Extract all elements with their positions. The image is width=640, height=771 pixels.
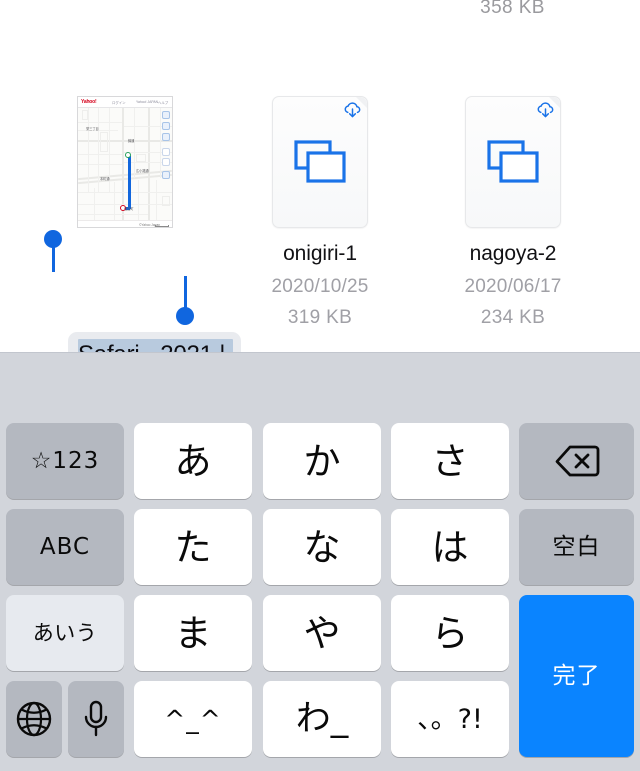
file-date: 2020/10/25: [271, 276, 369, 297]
key-sa-row[interactable]: さ: [391, 423, 509, 499]
key-label: 、。?!: [417, 703, 483, 735]
map-header-text: ヘルプ: [158, 101, 169, 105]
symbols-numbers-key[interactable]: ☆123: [6, 423, 124, 499]
filename-rename-field[interactable]: Safari - 2021 | 02 | 15 10/36: [68, 332, 241, 352]
key-na-row[interactable]: な: [263, 509, 381, 585]
file-size: 319 KB: [287, 307, 353, 328]
key-label: は: [431, 525, 469, 569]
file-grid: Yahoo! ログイン Yahoo! JAPAN ヘルプ 栄三丁目 錦通 広小路…: [0, 96, 640, 352]
key-label: あ: [174, 439, 212, 483]
file-date: 2020/06/17: [464, 276, 562, 297]
key-label: や: [303, 611, 341, 655]
key-label: ☆123: [30, 447, 100, 474]
pages-placeholder-icon: [465, 96, 561, 228]
file-name: nagoya-2: [469, 242, 557, 265]
multiple-pages-icon: [487, 140, 539, 184]
file-size: 234 KB: [480, 307, 546, 328]
candidate-bar[interactable]: [0, 353, 640, 423]
key-label: ABC: [39, 533, 91, 560]
key-label: た: [174, 525, 212, 569]
abc-key[interactable]: ABC: [6, 509, 124, 585]
file-thumbnail[interactable]: Yahoo! ログイン Yahoo! JAPAN ヘルプ 栄三丁目 錦通 広小路…: [77, 96, 173, 228]
selection-end-handle[interactable]: [176, 307, 194, 325]
file-browser: 358 KB Yahoo! ログイン Yahoo! JAPAN ヘルプ 栄三丁目…: [0, 0, 640, 352]
key-label: 空白: [552, 533, 601, 560]
cloud-download-icon[interactable]: [536, 102, 555, 119]
key-ta-row[interactable]: た: [134, 509, 252, 585]
delete-backspace-icon: [554, 444, 600, 478]
file-name: onigiri-1: [283, 242, 357, 265]
key-wa-row[interactable]: わ_: [263, 681, 381, 757]
key-ra-row[interactable]: ら: [391, 595, 509, 671]
map-canvas: 栄三丁目 錦通 広小路通 本町通 住吉町 ©Yahoo Japan: [78, 108, 172, 227]
file-item[interactable]: Yahoo! ログイン Yahoo! JAPAN ヘルプ 栄三丁目 錦通 広小路…: [30, 96, 241, 352]
file-item[interactable]: nagoya-2 2020/06/17 234 KB: [418, 96, 608, 346]
punctuation-key[interactable]: 、。?!: [391, 681, 509, 757]
key-ka-row[interactable]: か: [263, 423, 381, 499]
file-thumbnail[interactable]: [465, 96, 561, 228]
multiple-pages-icon: [294, 140, 346, 184]
screen-root: 358 KB Yahoo! ログイン Yahoo! JAPAN ヘルプ 栄三丁目…: [0, 0, 640, 771]
keyboard-keys: ☆123 あ か さ ABC た な は 空白あいう ま や ら完了 ^_^ わ_ 、。?!: [0, 423, 640, 771]
key-label: ら: [431, 611, 469, 655]
globe-icon: [15, 700, 53, 738]
key-a-row[interactable]: あ: [134, 423, 252, 499]
selection-start-caret: [52, 240, 55, 272]
delete-key[interactable]: [519, 423, 634, 499]
key-label: ま: [174, 611, 212, 655]
key-label: ^_^: [164, 704, 222, 734]
key-label: わ_: [295, 698, 349, 739]
kana-mode-key[interactable]: あいう: [6, 595, 124, 671]
key-label: か: [303, 439, 341, 483]
map-header-text: ログイン: [112, 101, 126, 105]
key-ha-row[interactable]: は: [391, 509, 509, 585]
file-thumbnail[interactable]: [272, 96, 368, 228]
cloud-download-icon[interactable]: [343, 102, 362, 119]
key-label: さ: [431, 439, 469, 483]
pages-placeholder-icon: [272, 96, 368, 228]
filename-input-text[interactable]: Safari - 2021 | 02 | 15 10/36: [78, 338, 236, 352]
file-size: 358 KB: [480, 0, 545, 18]
key-label: 完了: [552, 662, 601, 689]
yahoo-logo: Yahoo!: [81, 99, 97, 105]
map-header-text: Yahoo! JAPAN: [136, 100, 159, 104]
globe-language-key[interactable]: [6, 681, 62, 757]
space-key[interactable]: 空白: [519, 509, 634, 585]
key-ma-row[interactable]: ま: [134, 595, 252, 671]
key-label: な: [303, 525, 341, 569]
file-item[interactable]: onigiri-1 2020/10/25 319 KB: [225, 96, 415, 346]
done-key[interactable]: 完了: [519, 595, 634, 757]
microphone-icon: [81, 699, 111, 739]
map-screenshot-thumbnail: Yahoo! ログイン Yahoo! JAPAN ヘルプ 栄三丁目 錦通 広小路…: [77, 96, 173, 228]
key-ya-row[interactable]: や: [263, 595, 381, 671]
key-label: あいう: [32, 620, 98, 645]
dictation-key[interactable]: [68, 681, 124, 757]
emoticon-key[interactable]: ^_^: [134, 681, 252, 757]
map-footer: ©Yahoo Japan: [78, 220, 172, 227]
selection-end-caret: [184, 276, 187, 310]
partial-row-above: 358 KB: [0, 0, 640, 24]
map-header-bar: Yahoo! ログイン Yahoo! JAPAN ヘルプ: [78, 97, 172, 108]
software-keyboard: ☆123 あ か さ ABC た な は 空白あいう ま や ら完了 ^_^ わ_ 、。?!: [0, 352, 640, 771]
